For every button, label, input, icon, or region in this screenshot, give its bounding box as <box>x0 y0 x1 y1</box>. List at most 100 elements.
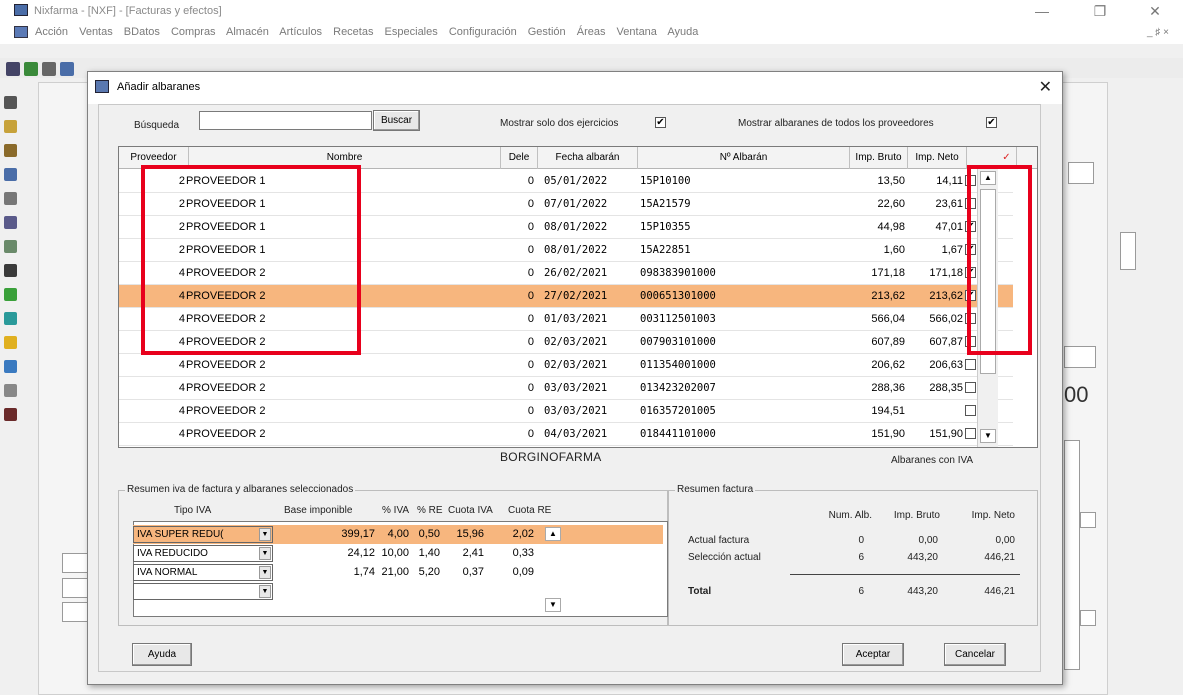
iva-type-select[interactable]: IVA REDUCIDO ▼ <box>133 545 273 562</box>
menu-especiales[interactable]: Especiales <box>385 26 438 38</box>
table-row[interactable]: 4 PROVEEDOR 2 0 03/03/2021 016357201005 … <box>119 400 1013 423</box>
table-row[interactable]: 4 PROVEEDOR 2 0 01/03/2021 003112501003 … <box>119 308 1013 331</box>
table-row[interactable]: 2 PROVEEDOR 1 0 08/01/2022 15A22851 1,60… <box>119 239 1013 262</box>
sidebar-icon[interactable] <box>4 264 17 277</box>
grid-scrollbar[interactable]: ▲ ▼ <box>977 169 998 447</box>
iva-row[interactable]: IVA SUPER REDU( ▼ 399,17 4,00 0,50 15,96… <box>133 525 663 544</box>
iva-scroll-down-icon[interactable]: ▼ <box>545 598 561 612</box>
iva-type-select[interactable]: ▼ <box>133 583 273 600</box>
table-row[interactable]: 2 PROVEEDOR 1 0 08/01/2022 15P10355 44,9… <box>119 216 1013 239</box>
background-panel-button[interactable] <box>1120 232 1136 270</box>
sidebar-icon[interactable] <box>4 360 17 373</box>
maximize-button[interactable]: ❐ <box>1080 2 1120 20</box>
scroll-thumb[interactable] <box>980 189 996 374</box>
sidebar-icon[interactable] <box>4 384 17 397</box>
mdi-window-controls[interactable]: _ ♯ × <box>1147 27 1169 38</box>
scroll-up-icon[interactable]: ▲ <box>980 171 996 185</box>
iva-type-select[interactable]: IVA NORMAL ▼ <box>133 564 273 581</box>
refresh-icon[interactable] <box>4 312 17 325</box>
toolbar-icon[interactable] <box>6 62 20 76</box>
iva-row[interactable]: IVA REDUCIDO ▼ 24,12 10,00 1,40 2,41 0,3… <box>133 544 663 563</box>
invoice-col-neto: Imp. Neto <box>971 510 1015 521</box>
iva-row[interactable]: IVA NORMAL ▼ 1,74 21,00 5,20 0,37 0,09 <box>133 563 663 582</box>
cell-proveedor: 4 <box>178 267 185 279</box>
table-row[interactable]: 4 PROVEEDOR 2 0 26/02/2021 098383901000 … <box>119 262 1013 285</box>
row-checkbox[interactable]: ✔ <box>965 244 976 255</box>
col-header-fecha[interactable]: Fecha albarán <box>538 147 638 169</box>
cell-proveedor: 2 <box>178 221 185 233</box>
col-header-check[interactable]: ✓ <box>997 147 1017 169</box>
sidebar-icon[interactable] <box>4 144 17 157</box>
iva-row[interactable]: ▼ <box>133 582 663 601</box>
menu-recetas[interactable]: Recetas <box>333 26 373 38</box>
row-checkbox[interactable] <box>965 405 976 416</box>
sidebar-icon[interactable] <box>4 168 17 181</box>
menu-bdatos[interactable]: BDatos <box>124 26 160 38</box>
accept-button[interactable]: Aceptar <box>842 643 904 666</box>
table-row[interactable]: 2 PROVEEDOR 1 0 07/01/2022 15A21579 22,6… <box>119 193 1013 216</box>
menu-accion[interactable]: Acción <box>35 26 68 38</box>
add-icon[interactable] <box>4 288 17 301</box>
menu-configuracion[interactable]: Configuración <box>449 26 517 38</box>
sidebar-icon[interactable] <box>4 120 17 133</box>
sidebar-icon[interactable] <box>4 96 17 109</box>
table-row-selected[interactable]: 4 PROVEEDOR 2 0 27/02/2021 000651301000 … <box>119 285 1013 308</box>
sidebar-icon[interactable] <box>4 216 17 229</box>
table-row[interactable]: 4 PROVEEDOR 2 0 02/03/2021 011354001000 … <box>119 354 1013 377</box>
row-checkbox[interactable]: ✔ <box>965 290 976 301</box>
two-years-checkbox[interactable]: ✔ <box>655 117 666 128</box>
table-row[interactable]: 4 PROVEEDOR 2 0 02/03/2021 007903101000 … <box>119 331 1013 354</box>
sidebar-icon[interactable] <box>4 240 17 253</box>
cancel-button[interactable]: Cancelar <box>944 643 1006 666</box>
toolbar-icon[interactable] <box>60 62 74 76</box>
row-checkbox[interactable]: ✔ <box>965 221 976 232</box>
help-button[interactable]: Ayuda <box>132 643 192 666</box>
scroll-down-icon[interactable]: ▼ <box>980 429 996 443</box>
chevron-down-icon[interactable]: ▼ <box>259 585 271 598</box>
col-header-bruto[interactable]: Imp. Bruto <box>850 147 908 169</box>
search-input[interactable] <box>199 111 372 130</box>
menu-gestion[interactable]: Gestión <box>528 26 566 38</box>
close-icon[interactable]: ✕ <box>1039 77 1052 97</box>
iva-scroll-up-icon[interactable]: ▲ <box>545 527 561 541</box>
toolbar-icon[interactable] <box>24 62 38 76</box>
menu-areas[interactable]: Áreas <box>577 26 606 38</box>
background-scrollbar[interactable] <box>1064 440 1080 670</box>
table-row[interactable]: 2 PROVEEDOR 1 0 05/01/2022 15P10100 13,5… <box>119 170 1013 193</box>
row-checkbox[interactable] <box>965 428 976 439</box>
background-button[interactable] <box>1080 512 1096 528</box>
sidebar-icon[interactable] <box>4 192 17 205</box>
menu-ventana[interactable]: Ventana <box>617 26 657 38</box>
chevron-down-icon[interactable]: ▼ <box>259 528 271 541</box>
minimize-button[interactable]: — <box>1022 2 1062 20</box>
row-checkbox[interactable] <box>965 313 976 324</box>
search-button[interactable]: Buscar <box>373 110 420 131</box>
toolbar-icon[interactable] <box>42 62 56 76</box>
col-header-dele[interactable]: Dele <box>501 147 538 169</box>
row-checkbox[interactable] <box>965 359 976 370</box>
chevron-down-icon[interactable]: ▼ <box>259 547 271 560</box>
row-checkbox[interactable] <box>965 175 976 186</box>
row-checkbox[interactable] <box>965 198 976 209</box>
col-header-proveedor[interactable]: Proveedor <box>119 147 189 169</box>
row-checkbox[interactable]: ✔ <box>965 267 976 278</box>
menu-ventas[interactable]: Ventas <box>79 26 113 38</box>
background-button[interactable] <box>1080 610 1096 626</box>
row-checkbox[interactable] <box>965 336 976 347</box>
iva-type-select[interactable]: IVA SUPER REDU( ▼ <box>133 526 273 543</box>
menu-almacen[interactable]: Almacén <box>226 26 269 38</box>
warning-icon[interactable] <box>4 336 17 349</box>
col-header-nombre[interactable]: Nombre <box>189 147 501 169</box>
sidebar-icon[interactable] <box>4 408 17 421</box>
table-row[interactable]: 4 PROVEEDOR 2 0 03/03/2021 013423202007 … <box>119 377 1013 400</box>
all-suppliers-checkbox[interactable]: ✔ <box>986 117 997 128</box>
menu-compras[interactable]: Compras <box>171 26 216 38</box>
menu-ayuda[interactable]: Ayuda <box>667 26 698 38</box>
col-header-albaran[interactable]: Nº Albarán <box>638 147 850 169</box>
app-close-button[interactable]: ✕ <box>1135 2 1175 20</box>
menu-articulos[interactable]: Artículos <box>279 26 322 38</box>
col-header-neto[interactable]: Imp. Neto <box>908 147 967 169</box>
row-checkbox[interactable] <box>965 382 976 393</box>
chevron-down-icon[interactable]: ▼ <box>259 566 271 579</box>
table-row[interactable]: 4 PROVEEDOR 2 0 04/03/2021 018441101000 … <box>119 423 1013 446</box>
